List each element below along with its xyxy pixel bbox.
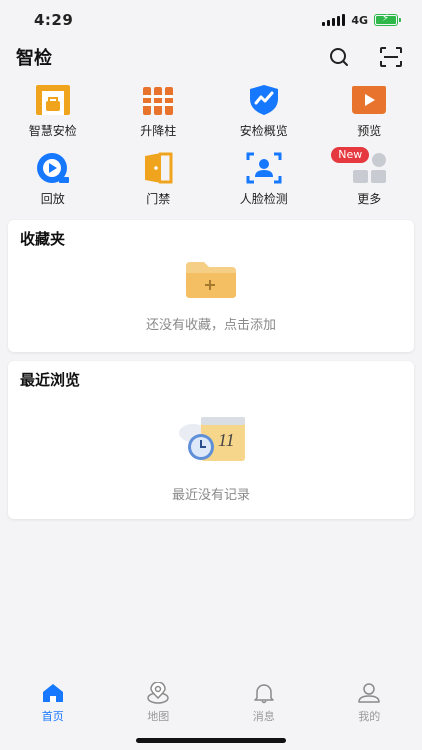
grid-item-playback[interactable]: 回放: [0, 150, 106, 208]
shield-chart-icon: [244, 82, 284, 118]
scan-button[interactable]: [378, 44, 404, 70]
grid-item-preview[interactable]: 预览: [317, 82, 422, 140]
profile-icon: [356, 680, 382, 706]
video-play-icon: [349, 82, 389, 118]
tab-label: 消息: [252, 710, 275, 723]
page-title: 智检: [16, 48, 52, 69]
app-header: 智检: [0, 40, 422, 74]
network-type: 4G: [351, 13, 368, 27]
tab-map[interactable]: 地图: [118, 680, 198, 724]
security-gate-icon: [33, 82, 73, 118]
tab-profile[interactable]: 我的: [329, 680, 409, 724]
recent-title: 最近浏览: [20, 371, 81, 389]
calendar-clock-icon: 11: [171, 411, 251, 469]
function-grid: 智慧安检 升降柱 安检概览 预览 回放 门禁 人脸检测 New 更多: [0, 82, 422, 208]
favorites-card[interactable]: 收藏夹 还没有收藏，点击添加: [8, 220, 414, 352]
folder-add-icon: [184, 260, 238, 304]
grid-label: 回放: [40, 192, 65, 206]
grid-label: 预览: [357, 124, 382, 138]
grid-item-more[interactable]: New 更多: [317, 147, 422, 208]
grid-label: 人脸检测: [239, 192, 288, 206]
signal-icon: [322, 14, 346, 26]
grid-label: 安检概览: [239, 124, 288, 138]
status-indicators: 4G ⚡: [322, 13, 401, 27]
tab-label: 我的: [358, 710, 381, 723]
face-scan-icon: [244, 150, 284, 186]
tab-label: 地图: [147, 710, 170, 723]
search-button[interactable]: [326, 44, 352, 70]
recent-empty-text: 最近没有记录: [171, 488, 250, 503]
status-time: 4:29: [34, 11, 74, 29]
battery-icon: ⚡: [374, 13, 401, 26]
tab-label: 首页: [41, 710, 64, 723]
svg-text:11: 11: [218, 430, 235, 450]
scan-icon: [380, 47, 402, 67]
search-icon: [330, 48, 348, 66]
grid-item-access-control[interactable]: 门禁: [106, 150, 212, 208]
bollard-icon: [138, 82, 178, 118]
home-indicator[interactable]: [136, 738, 286, 743]
grid-item-face-detection[interactable]: 人脸检测: [211, 150, 317, 208]
tab-messages[interactable]: 消息: [224, 680, 304, 724]
favorites-empty-text: 还没有收藏，点击添加: [145, 318, 276, 333]
new-badge: New: [331, 147, 370, 163]
grid-item-smart-security[interactable]: 智慧安检: [0, 82, 106, 140]
bottom-tab-bar: 首页 地图 消息 我的: [0, 680, 422, 730]
tab-home[interactable]: 首页: [13, 680, 93, 724]
bell-icon: [251, 680, 277, 706]
home-icon: [40, 680, 66, 706]
grid-label: 升降柱: [140, 124, 177, 138]
recent-card: 最近浏览 11 最近没有记录: [8, 361, 414, 519]
more-apps-icon: New: [331, 147, 389, 186]
playback-icon: [33, 150, 73, 186]
grid-item-security-overview[interactable]: 安检概览: [211, 82, 317, 140]
grid-label: 智慧安检: [28, 124, 77, 138]
map-pin-icon: [145, 680, 171, 706]
grid-label: 更多: [357, 192, 382, 206]
status-bar: 4:29 4G ⚡: [0, 0, 422, 40]
grid-label: 门禁: [146, 192, 171, 206]
door-icon: [138, 150, 178, 186]
grid-item-bollard[interactable]: 升降柱: [106, 82, 212, 140]
favorites-title: 收藏夹: [20, 230, 66, 248]
